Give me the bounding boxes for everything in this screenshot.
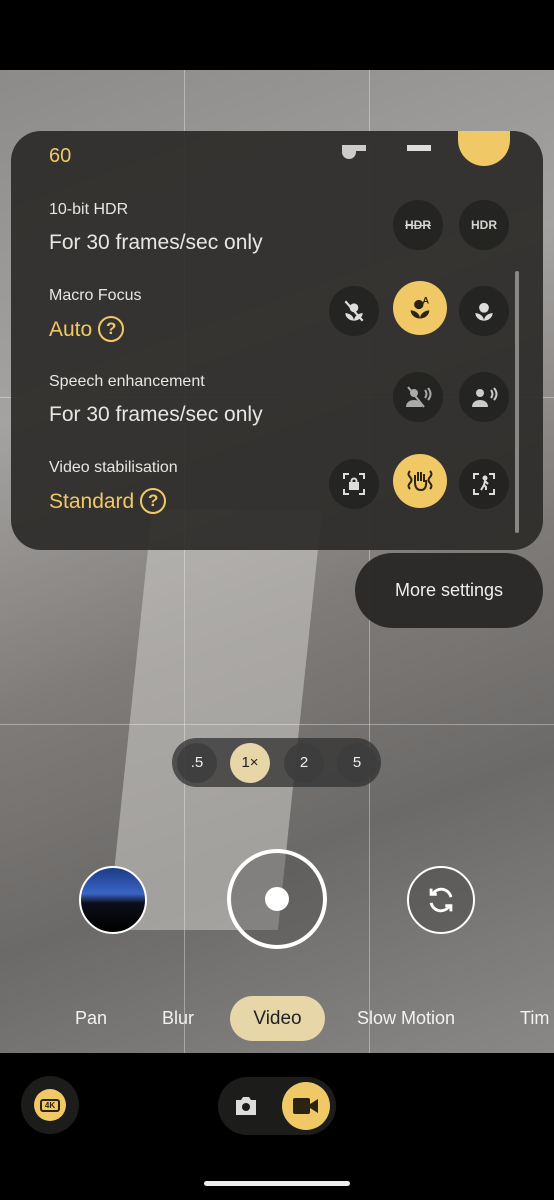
camera-icon bbox=[236, 1097, 256, 1115]
speech-value: For 30 frames/sec only bbox=[49, 403, 263, 426]
frame-rate-value: 60 bbox=[49, 145, 72, 167]
help-icon[interactable]: ? bbox=[140, 488, 167, 514]
zoom-option-selected[interactable]: 1× bbox=[230, 742, 270, 783]
zoom-option[interactable]: 2 bbox=[284, 742, 324, 783]
record-dot-icon bbox=[265, 887, 289, 911]
macro-auto-icon[interactable]: A bbox=[393, 281, 447, 335]
macro-label: Macro Focus bbox=[49, 287, 142, 304]
hdr-on-icon[interactable]: HDR bbox=[459, 200, 509, 250]
more-settings-button[interactable]: More settings bbox=[355, 553, 543, 628]
frame-rate-60-selected-icon[interactable] bbox=[458, 131, 510, 166]
video-mode-button[interactable] bbox=[282, 1082, 330, 1130]
photo-video-switch bbox=[218, 1077, 336, 1135]
hdr-off-text: HDR bbox=[405, 218, 431, 232]
hdr-value: For 30 frames/sec only bbox=[49, 231, 263, 254]
settings-panel: 60 10-bit HDR For 30 frames/sec only HDR… bbox=[11, 131, 543, 550]
macro-value: Auto? bbox=[49, 316, 125, 342]
macro-on-icon[interactable] bbox=[459, 286, 509, 336]
mode-slow-motion[interactable]: Slow Motion bbox=[357, 1008, 455, 1029]
4k-icon: 4K bbox=[39, 1098, 61, 1112]
flip-camera-button[interactable] bbox=[407, 866, 475, 934]
home-indicator[interactable] bbox=[204, 1181, 350, 1186]
mode-time-lapse[interactable]: Tim bbox=[520, 1008, 549, 1029]
svg-text:A: A bbox=[422, 295, 429, 305]
locked-stabilisation-icon[interactable] bbox=[329, 459, 379, 509]
hdr-off-icon[interactable]: HDR bbox=[393, 200, 443, 250]
standard-stabilisation-icon[interactable] bbox=[393, 454, 447, 508]
zoom-option[interactable]: .5 bbox=[177, 742, 217, 783]
mode-pan[interactable]: Pan bbox=[75, 1008, 107, 1029]
photo-mode-button[interactable] bbox=[234, 1095, 258, 1122]
bottom-bar: 4K bbox=[0, 1053, 554, 1200]
grid-line bbox=[0, 724, 554, 725]
frame-rate-option-icon[interactable] bbox=[407, 145, 431, 151]
mode-blur[interactable]: Blur bbox=[162, 1008, 194, 1029]
macro-value-text: Auto bbox=[49, 318, 93, 341]
mode-video[interactable]: Video bbox=[230, 996, 325, 1041]
stabilisation-value-text: Standard bbox=[49, 490, 135, 513]
speech-label: Speech enhancement bbox=[49, 373, 205, 390]
hdr-on-text: HDR bbox=[471, 218, 497, 232]
flip-camera-icon bbox=[429, 887, 453, 913]
record-button[interactable] bbox=[227, 849, 327, 949]
stabilisation-label: Video stabilisation bbox=[49, 459, 178, 476]
speech-off-icon[interactable] bbox=[393, 372, 443, 422]
resolution-button[interactable]: 4K bbox=[21, 1076, 79, 1134]
macro-off-icon[interactable] bbox=[329, 286, 379, 336]
speech-on-icon[interactable] bbox=[459, 372, 509, 422]
stabilisation-value: Standard? bbox=[49, 488, 167, 514]
hdr-label: 10-bit HDR bbox=[49, 201, 129, 218]
frame-rate-option-icon[interactable] bbox=[342, 145, 366, 151]
scrollbar[interactable] bbox=[515, 271, 519, 533]
zoom-selector: .5 1× 2 5 bbox=[172, 738, 381, 787]
help-icon[interactable]: ? bbox=[98, 316, 125, 342]
video-camera-icon bbox=[293, 1098, 318, 1114]
gallery-thumbnail[interactable] bbox=[79, 866, 147, 934]
zoom-option[interactable]: 5 bbox=[337, 742, 377, 783]
active-stabilisation-icon[interactable] bbox=[459, 459, 509, 509]
